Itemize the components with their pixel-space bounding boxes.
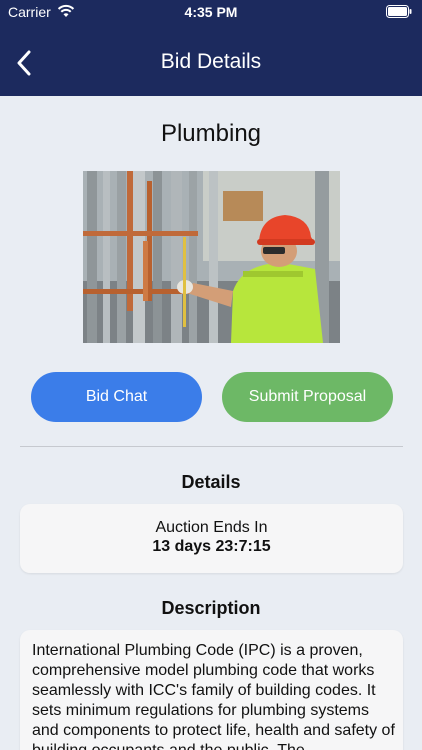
description-heading: Description: [161, 598, 261, 618]
description-text: International Plumbing Code (IPC) is a p…: [32, 642, 395, 750]
status-bar: Carrier 4:35 PM: [0, 0, 422, 26]
nav-bar: Carrier 4:35 PM Bid Details: [0, 0, 422, 96]
auction-label: Auction Ends In: [155, 519, 268, 536]
auction-countdown: 13 days 23:7:15: [152, 538, 271, 555]
nav-title: Bid Details: [160, 50, 262, 73]
bid-title: Plumbing: [160, 120, 262, 147]
status-time: 4:35 PM: [184, 4, 238, 20]
bid-chat-button[interactable]: Bid Chat: [31, 372, 202, 422]
battery-icon: [386, 5, 412, 18]
submit-proposal-button[interactable]: Submit Proposal: [222, 372, 393, 422]
bid-photo: [83, 171, 340, 343]
divider: [20, 446, 403, 447]
auction-card: Auction Ends In 13 days 23:7:15: [20, 504, 403, 573]
details-heading: Details: [181, 472, 241, 492]
description-card: International Plumbing Code (IPC) is a p…: [20, 630, 403, 750]
plumbing-worker-photo: [83, 171, 340, 343]
